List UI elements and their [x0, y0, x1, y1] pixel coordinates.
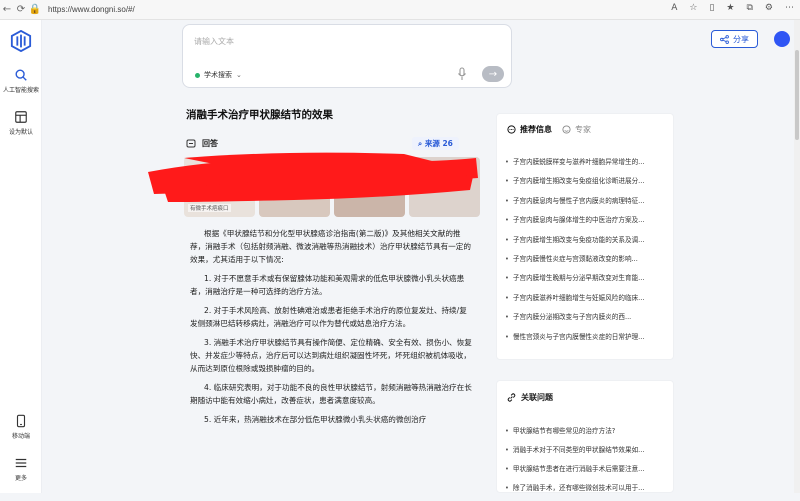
list-item[interactable]: 子宫内膜滋养叶细胞增生与妊娠风险的临床... — [505, 292, 667, 311]
sidebar-item-set-default[interactable]: 设为默认 — [0, 110, 42, 136]
favorite-icon[interactable]: ☆ — [689, 3, 697, 13]
search-mode-label: 学术搜索 — [204, 71, 232, 79]
chat-icon — [186, 139, 196, 147]
answer-paragraph: 1. 对于不愿意手术或有保留腺体功能和美观需求的低危甲状腺微小乳头状癌患者，消融… — [190, 274, 465, 296]
list-item[interactable]: 甲状腺结节有哪些常见的治疗方法? — [505, 425, 667, 444]
list-item[interactable]: 子宫内膜增生晚期与分泌早期改变对生育能... — [505, 272, 667, 291]
list-item[interactable]: 甲状腺结节患者在进行消融手术后需要注意... — [505, 463, 667, 482]
logo-icon — [10, 30, 32, 52]
extensions-icon[interactable]: ⚙ — [765, 3, 773, 13]
list-item[interactable]: 子宫内膜增生期改变与免疫功能的关系及调... — [505, 234, 667, 253]
list-item[interactable]: 子宫内膜分泌期改变与子宫内膜炎的西... — [505, 311, 667, 330]
list-item[interactable]: 除了消融手术，还有哪些微创技术可以用于... — [505, 482, 667, 501]
answer-paragraph: 5. 近年来，热消融技术在部分低危甲状腺微小乳头状癌的微创治疗 — [204, 415, 427, 424]
list-item[interactable]: 子宫内膜增生期改变与免疫组化诊断进展分... — [505, 175, 667, 194]
sidebar-item-label: 人工智能搜索 — [2, 87, 39, 94]
arrow-right-icon: → — [488, 68, 498, 80]
sidebar: 人工智能搜索 设为默认 移动端 更多 — [0, 20, 42, 493]
mobile-icon — [16, 414, 26, 428]
read-aloud-icon[interactable]: A — [671, 3, 677, 13]
list-item[interactable]: 子宫内膜蜕膜样变与滋养叶细胞异常增生的... — [505, 156, 667, 175]
sidebar-item-more[interactable]: 更多 — [0, 456, 42, 482]
back-icon[interactable]: ← — [0, 4, 14, 15]
header-actions: 分享 — [711, 30, 790, 48]
related-questions-panel: 关联问题 甲状腺结节有哪些常见的治疗方法? 消融手术对于不同类型的甲状腺结节效果… — [496, 380, 674, 493]
avatar[interactable] — [774, 31, 790, 47]
answer-paragraph: 根据《甲状腺结节和分化型甲状腺癌诊治指南(第二版)》及其他相关文献的推荐，消融手… — [190, 229, 471, 264]
scrollbar-thumb[interactable] — [795, 50, 799, 140]
recommend-panel: 推荐信息 专家 子宫内膜蜕膜样变与滋养叶细胞异常增生的... 子宫内膜增生期改变… — [496, 113, 674, 360]
sidebar-item-label: 移动端 — [11, 433, 30, 440]
menu-icon — [15, 458, 27, 468]
favorites-bar-icon[interactable]: ★ — [726, 3, 734, 13]
list-item[interactable]: 子宫内膜息肉与腺体增生的中医治疗方案及... — [505, 214, 667, 233]
sidebar-item-mobile[interactable]: 移动端 — [0, 414, 42, 440]
more-icon[interactable]: ⋯ — [785, 3, 794, 13]
page-title: 消融手术治疗甲状腺结节的效果 — [186, 109, 333, 121]
sidebar-item-ai-search[interactable]: 人工智能搜索 — [0, 68, 42, 94]
answer-label: 回答 — [202, 139, 218, 148]
search-icon — [15, 69, 27, 81]
related-list: 甲状腺结节有哪些常见的治疗方法? 消融手术对于不同类型的甲状腺结节效果如... … — [505, 425, 667, 501]
address-bar[interactable]: https://www.dongni.so/#/ — [48, 5, 135, 14]
answer-paragraph: 4. 临床研究表明，对于功能不良的良性甲状腺结节，射频消融等热消融治疗在长期随访… — [190, 383, 472, 405]
tab-expert[interactable]: 专家 — [562, 124, 591, 135]
share-icon — [720, 34, 729, 44]
list-item[interactable]: 慢性宫颈炎与子宫内膜慢性炎症的日常护理... — [505, 331, 667, 350]
answer-paragraph: 3. 消融手术治疗甲状腺结节具有操作简便、定位精确、安全有效、损伤小、恢复快、并… — [190, 338, 472, 373]
logo[interactable] — [0, 30, 42, 55]
answer-body: 根据《甲状腺结节和分化型甲状腺癌诊治指南(第二版)》及其他相关文献的推荐，消融手… — [190, 227, 472, 432]
recommend-list: 子宫内膜蜕膜样变与滋养叶细胞异常增生的... 子宫内膜增生期改变与免疫组化诊断进… — [505, 156, 667, 350]
tab-label: 推荐信息 — [520, 125, 552, 134]
source-count-label: 来源 26 — [424, 139, 453, 148]
answer-paragraph: 2. 对于手术风险高、放射性碘难治或患者拒绝手术治疗的原位复发灶、持续/复发侧颈… — [190, 306, 467, 328]
collections-icon[interactable]: ⧉ — [746, 3, 752, 13]
tab-recommend[interactable]: 推荐信息 — [507, 124, 552, 135]
link-icon — [507, 393, 516, 402]
browser-toolbar: ← ⟳ 🔒 https://www.dongni.so/#/ A ☆ ▯ ★ ⧉… — [0, 0, 800, 20]
link-icon: ⌕ — [418, 139, 423, 148]
refresh-icon[interactable]: ⟳ — [14, 4, 28, 15]
layout-icon — [15, 111, 27, 123]
microphone-icon[interactable] — [457, 67, 467, 81]
list-item[interactable]: 子宫内膜息肉与慢性子宫内膜炎的病理特征... — [505, 195, 667, 214]
search-box: 请输入文本 学术搜索 ⌄ → — [182, 24, 512, 88]
chevron-down-icon: ⌄ — [236, 71, 242, 79]
list-item[interactable]: 消融手术对于不同类型的甲状腺结节效果如... — [505, 444, 667, 463]
list-item[interactable]: 子宫内膜慢性炎症与宫颈黏液改变的影响... — [505, 253, 667, 272]
tab-label: 专家 — [575, 125, 591, 134]
search-mode-selector[interactable]: 学术搜索 ⌄ — [195, 70, 242, 80]
sidebar-item-label: 更多 — [14, 475, 27, 482]
share-label: 分享 — [733, 34, 749, 44]
source-count-button[interactable]: ⌕ 来源 26 — [412, 137, 459, 150]
scrollbar[interactable] — [794, 20, 800, 493]
sidebar-item-label: 设为默认 — [8, 129, 33, 136]
answer-header: 回答 — [186, 138, 218, 149]
send-button[interactable]: → — [482, 66, 504, 82]
smile-icon — [562, 125, 571, 134]
lock-icon: 🔒 — [28, 4, 42, 15]
comment-icon — [507, 125, 516, 134]
split-screen-icon[interactable]: ▯ — [709, 3, 714, 13]
search-input[interactable]: 请输入文本 — [194, 36, 234, 47]
status-dot-icon — [195, 72, 200, 78]
share-button[interactable]: 分享 — [711, 30, 758, 48]
recommend-tabs: 推荐信息 专家 — [507, 124, 591, 135]
redaction-scribble — [148, 152, 478, 202]
related-title: 关联问题 — [521, 393, 553, 402]
related-header: 关联问题 — [507, 392, 553, 403]
